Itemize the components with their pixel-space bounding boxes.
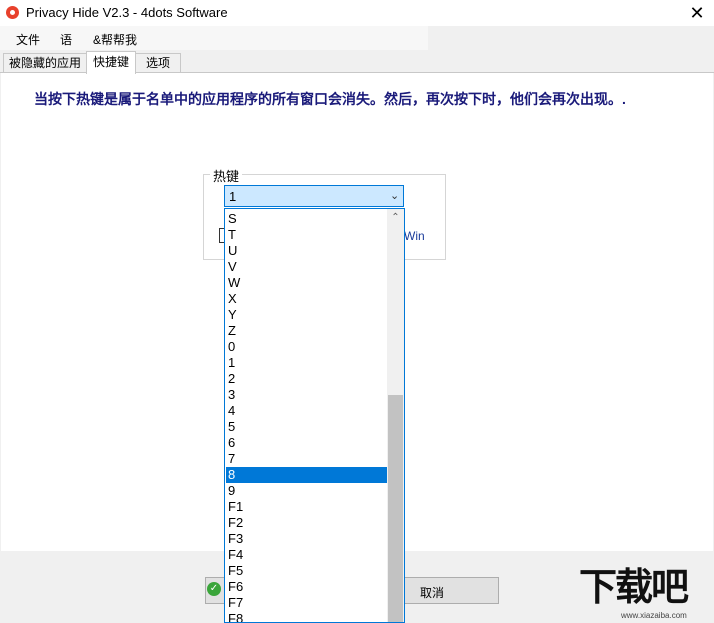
dropdown-option[interactable]: F1 bbox=[226, 499, 387, 515]
menu-file[interactable]: 文件 bbox=[16, 31, 40, 48]
dropdown-option[interactable]: 1 bbox=[226, 355, 387, 371]
lifebuoy-icon bbox=[6, 6, 19, 19]
watermark-logo: 下载吧 bbox=[579, 567, 689, 609]
dropdown-option[interactable]: 0 bbox=[226, 339, 387, 355]
dropdown-option[interactable]: U bbox=[226, 243, 387, 259]
dropdown-option[interactable]: W bbox=[226, 275, 387, 291]
tab-options[interactable]: 选项 bbox=[135, 53, 181, 73]
chevron-up-icon[interactable]: ⌃ bbox=[387, 209, 404, 226]
tab-hidden-apps[interactable]: 被隐藏的应用 bbox=[3, 53, 87, 73]
dropdown-option[interactable]: F2 bbox=[226, 515, 387, 531]
menu-language[interactable]: 语 bbox=[60, 31, 72, 48]
check-circle-icon: ✓ bbox=[207, 582, 221, 596]
dropdown-option[interactable]: 3 bbox=[226, 387, 387, 403]
cancel-button[interactable] bbox=[404, 577, 499, 604]
dropdown-option[interactable]: T bbox=[226, 227, 387, 243]
dropdown-option[interactable]: 8 bbox=[226, 467, 387, 483]
dropdown-option[interactable]: Z bbox=[226, 323, 387, 339]
hotkey-key-value: 1 bbox=[229, 189, 237, 204]
scrollbar-thumb[interactable] bbox=[388, 395, 403, 622]
dropdown-option[interactable]: F5 bbox=[226, 563, 387, 579]
dropdown-option[interactable]: Y bbox=[226, 307, 387, 323]
hotkey-key-select[interactable] bbox=[224, 185, 404, 207]
dropdown-option[interactable]: X bbox=[226, 291, 387, 307]
dropdown-option[interactable]: 5 bbox=[226, 419, 387, 435]
dropdown-option[interactable]: 7 bbox=[226, 451, 387, 467]
close-icon[interactable]: ✕ bbox=[684, 2, 710, 24]
dropdown-option[interactable]: F3 bbox=[226, 531, 387, 547]
tab-hotkeys[interactable]: 快捷键 bbox=[86, 51, 136, 74]
dropdown-option[interactable]: 4 bbox=[226, 403, 387, 419]
dropdown-option[interactable]: 2 bbox=[226, 371, 387, 387]
dropdown-option[interactable]: F6 bbox=[226, 579, 387, 595]
dropdown-option[interactable]: V bbox=[226, 259, 387, 275]
watermark-url: www.xiazaiba.com bbox=[621, 611, 687, 620]
menu-help[interactable]: &帮帮我 bbox=[93, 31, 137, 48]
hotkey-dropdown-list[interactable]: ⌃ S T U V W X Y Z 0 1 2 3 4 5 6 7 8 9 F1 F2 F3 F4 F5 F6 F7 F8 bbox=[224, 208, 405, 623]
cancel-button-label: 取消 bbox=[420, 586, 445, 600]
dropdown-option[interactable]: F7 bbox=[226, 595, 387, 611]
window-title: Privacy Hide V2.3 - 4dots Software bbox=[26, 5, 228, 20]
dropdown-option[interactable]: 6 bbox=[226, 435, 387, 451]
dropdown-option[interactable]: F8 bbox=[226, 611, 387, 622]
description-text: 当按下热键是属于名单中的应用程序的所有窗口会消失。然后，再次按下时，他们会再次出… bbox=[34, 91, 626, 107]
hotkey-group-label: 热键 bbox=[210, 166, 243, 185]
win-modifier-label: Win bbox=[404, 229, 425, 243]
dropdown-option[interactable]: S bbox=[226, 211, 387, 227]
dropdown-option[interactable]: 9 bbox=[226, 483, 387, 499]
dropdown-option[interactable]: F4 bbox=[226, 547, 387, 563]
chevron-down-icon[interactable]: ⌄ bbox=[390, 189, 399, 202]
